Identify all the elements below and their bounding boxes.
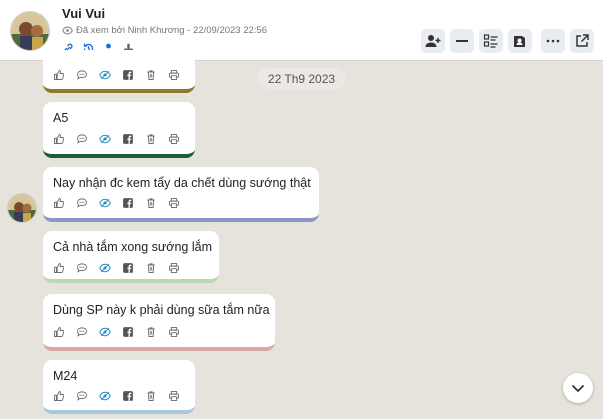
hide-eye-icon[interactable] [97, 389, 113, 403]
message-text: M24 [53, 369, 78, 383]
minimize-button[interactable] [450, 29, 474, 53]
facebook-icon[interactable] [120, 325, 136, 339]
hide-eye-icon[interactable] [97, 196, 113, 210]
comment-icon[interactable] [74, 68, 90, 82]
trash-icon[interactable] [143, 261, 159, 275]
message-bubble[interactable]: M24 [43, 360, 195, 414]
facebook-icon[interactable] [120, 389, 136, 403]
like-icon[interactable] [51, 68, 67, 82]
scroll-to-bottom-button[interactable] [563, 373, 593, 403]
comment-icon[interactable] [74, 325, 90, 339]
message-text: Nay nhận đc kem tẩy da chết dùng sướng t… [53, 176, 311, 190]
date-separator: 22 Th9 2023 [257, 68, 346, 89]
hide-eye-icon[interactable] [97, 325, 113, 339]
message-actions [51, 325, 182, 339]
like-icon[interactable] [51, 261, 67, 275]
group-button[interactable] [508, 29, 532, 53]
contact-avatar[interactable] [10, 11, 50, 51]
message-actions [51, 68, 182, 82]
like-icon[interactable] [51, 196, 67, 210]
trash-icon[interactable] [143, 68, 159, 82]
comment-icon[interactable] [74, 196, 90, 210]
facebook-icon[interactable] [120, 261, 136, 275]
message-actions [51, 389, 182, 403]
message-bubble[interactable]: Cả nhà tắm xong sướng lắm [43, 231, 219, 283]
eye-icon [62, 26, 73, 35]
sender-avatar[interactable] [7, 193, 37, 223]
print-icon[interactable] [166, 325, 182, 339]
seen-status-text: Đã xem bởi Ninh Khương - 22/09/2023 22:5… [76, 25, 267, 36]
add-member-button[interactable] [421, 29, 445, 53]
message-bubble[interactable]: Dùng SP này k phải dùng sữa tắm nữa [43, 294, 275, 351]
checklist-icon [483, 34, 498, 48]
print-icon[interactable] [166, 132, 182, 146]
message-text: A5 [53, 111, 69, 125]
header-action-buttons [421, 29, 594, 53]
add-person-icon [425, 35, 441, 47]
like-icon[interactable] [51, 389, 67, 403]
trash-icon[interactable] [143, 132, 159, 146]
message-actions [51, 196, 182, 210]
message-text: Dùng SP này k phải dùng sữa tắm nữa [53, 303, 270, 317]
group-book-icon [514, 36, 525, 47]
open-external-button[interactable] [570, 29, 594, 53]
more-dots-icon [546, 39, 560, 43]
comment-icon[interactable] [74, 389, 90, 403]
facebook-icon[interactable] [120, 132, 136, 146]
print-icon[interactable] [166, 196, 182, 210]
trash-icon[interactable] [143, 325, 159, 339]
more-options-button[interactable] [541, 29, 565, 53]
print-icon[interactable] [166, 261, 182, 275]
print-icon[interactable] [166, 68, 182, 82]
hide-eye-icon[interactable] [97, 261, 113, 275]
chevron-down-icon [572, 385, 584, 392]
like-icon[interactable] [51, 132, 67, 146]
external-link-icon [576, 34, 589, 47]
message-bubble[interactable]: Nay nhận đc kem tẩy da chết dùng sướng t… [43, 167, 319, 222]
contact-name: Vui Vui [62, 6, 106, 21]
seen-status: Đã xem bởi Ninh Khương - 22/09/2023 22:5… [62, 25, 267, 36]
message-text: Cả nhà tắm xong sướng lắm [53, 240, 213, 254]
comment-icon[interactable] [74, 132, 90, 146]
comment-icon[interactable] [74, 261, 90, 275]
task-list-button[interactable] [479, 29, 503, 53]
trash-icon[interactable] [143, 389, 159, 403]
hide-eye-icon[interactable] [97, 132, 113, 146]
message-bubble[interactable] [43, 50, 195, 93]
message-actions [51, 132, 182, 146]
hide-eye-icon[interactable] [97, 68, 113, 82]
like-icon[interactable] [51, 325, 67, 339]
facebook-icon[interactable] [120, 68, 136, 82]
minus-icon [456, 40, 468, 42]
trash-icon[interactable] [143, 196, 159, 210]
message-bubble[interactable]: A5 [43, 102, 195, 158]
facebook-icon[interactable] [120, 196, 136, 210]
print-icon[interactable] [166, 389, 182, 403]
message-actions [51, 261, 182, 275]
